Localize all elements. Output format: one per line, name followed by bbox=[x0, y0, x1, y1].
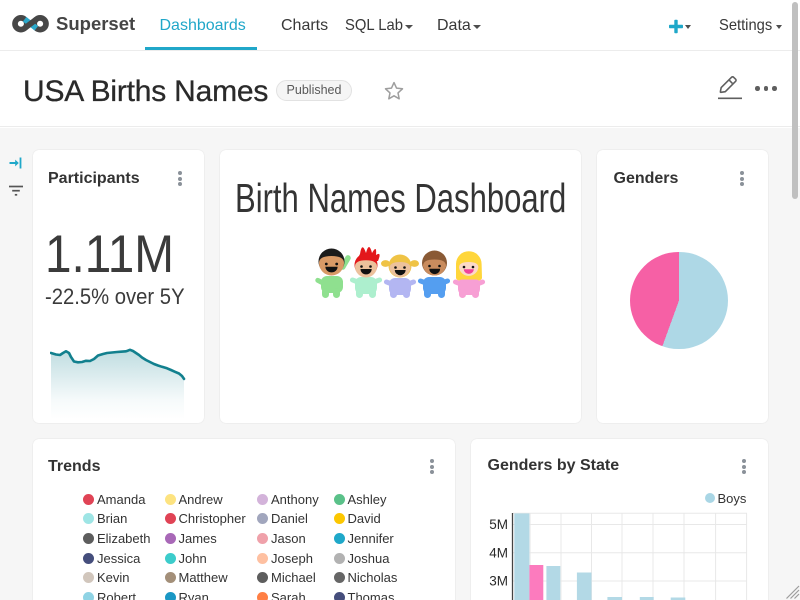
svg-text:4M: 4M bbox=[489, 545, 508, 560]
svg-text:5M: 5M bbox=[489, 517, 508, 532]
svg-text:3M: 3M bbox=[489, 574, 508, 589]
